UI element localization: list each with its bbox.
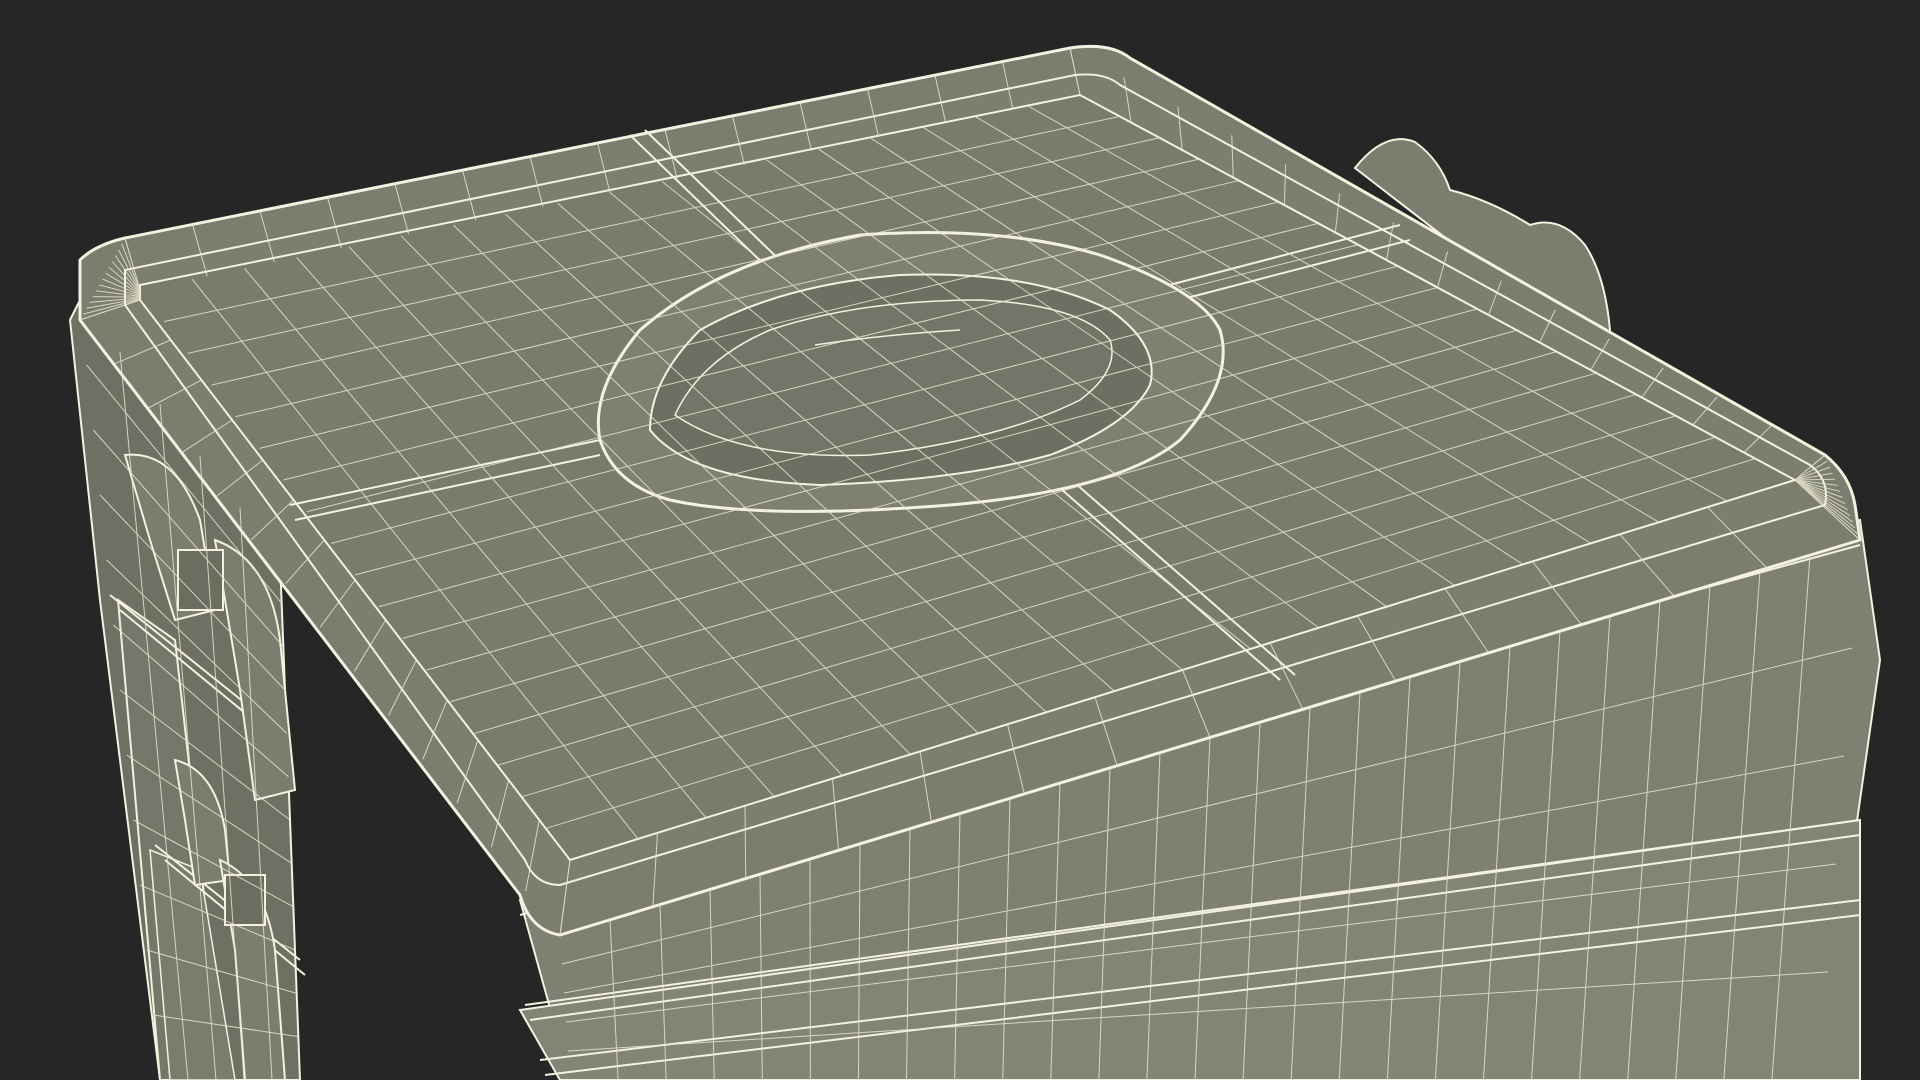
render-viewport — [0, 0, 1920, 1080]
mesh-edge — [744, 805, 747, 879]
mesh-edge — [1794, 478, 1836, 481]
mesh-edge — [92, 296, 141, 298]
wireframe-model — [68, 44, 1882, 1080]
